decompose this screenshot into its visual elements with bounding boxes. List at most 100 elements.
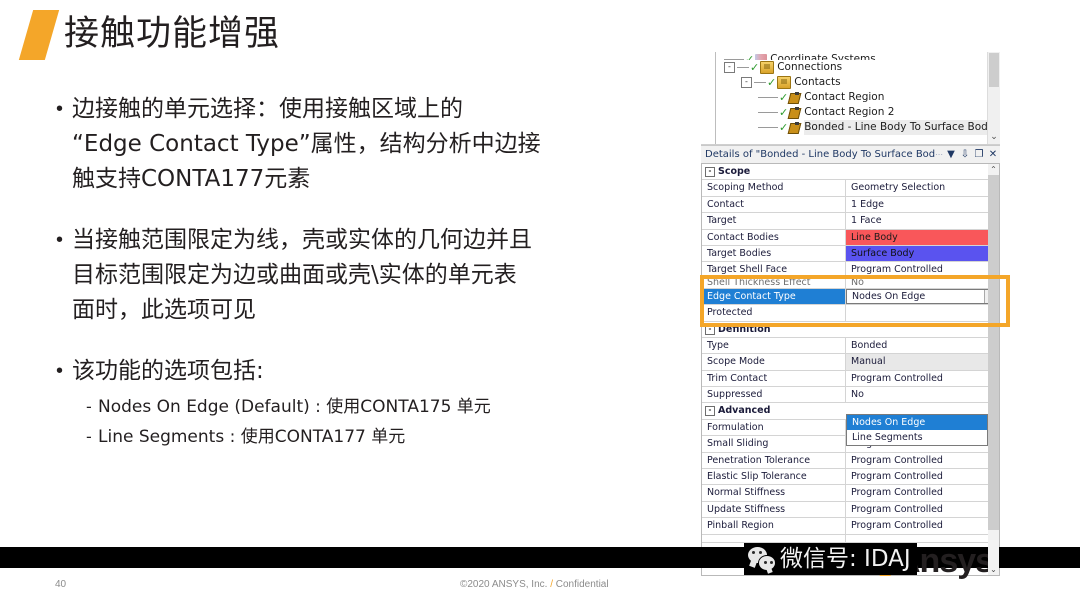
property-row[interactable]: Target Shell Face Program Controlled [702,262,999,279]
property-row[interactable]: Protected [702,305,999,322]
section-expander-icon[interactable]: - [705,324,715,335]
tree-rows: ✓ Coordinate Systems - ✓ Connections - ✓ Contac… [701,52,1000,135]
bullet-line: 面时，此选项可见 [72,297,256,323]
property-value[interactable]: Manual [846,354,999,370]
property-row[interactable]: Trim Contact Program Controlled [702,370,999,388]
property-value[interactable]: 1 Face [846,213,999,228]
bullet-list: • 边接触的单元选择：使用接触区域上的 “Edge Contact Type”属性，… [56,92,676,477]
property-row[interactable]: - Scope [702,164,999,181]
tree-connector [758,112,778,113]
tree-item-label: Coordinate Systems [770,53,876,60]
property-grid-scrollbar[interactable]: ⌃ ⌄ [988,164,999,575]
property-row[interactable]: Contact Bodies Line Body [702,229,999,246]
chevron-down-icon[interactable]: ⌄ [988,133,1000,142]
bullet-line: “Edge Contact Type”属性，结构分析中边接 [72,131,541,157]
property-row[interactable]: Suppressed No [702,387,999,404]
property-value[interactable]: Program Controlled [846,502,999,517]
pin-icon[interactable]: ⇩ [958,148,972,162]
property-row[interactable]: Elastic Slip Tolerance Program Controlled [702,469,999,486]
ansys-mechanical-capture: ✓ Coordinate Systems - ✓ Connections - ✓ Contac… [701,52,1000,576]
bullet-marker: • [56,98,64,120]
edge-contact-type-dropdown-list[interactable]: Nodes On Edge Line Segments [846,413,988,446]
tree-scrollbar-thumb[interactable] [989,53,999,87]
folder-icon [760,61,775,74]
bullet-line: 该功能的选项包括: [72,358,264,384]
property-name: - Definition [702,322,999,337]
property-row[interactable]: Target 1 Face [702,213,999,230]
property-value[interactable]: Program Controlled [846,485,999,500]
property-row[interactable]: Type Bonded [702,337,999,355]
property-row[interactable]: - Definition [702,321,999,338]
tree-item-label: Connections [777,61,843,73]
property-value[interactable]: No [846,387,999,402]
sub-bullet-text: Nodes On Edge (Default) : 使用CONTA175 单元 [98,397,491,417]
outline-tree-view[interactable]: ✓ Coordinate Systems - ✓ Connections - ✓ Contac… [701,52,1000,145]
property-value[interactable]: Bonded [846,338,999,353]
wechat-watermark: 微信号: IDAJ [744,543,917,575]
details-panel-title: Details of "Bonded - Line Body To Surfac… [705,149,935,160]
close-icon[interactable]: ✕ [986,148,1000,162]
property-row[interactable]: Penetration Tolerance Program Controlled [702,452,999,470]
tree-connector [754,82,766,83]
tree-item-contact-region[interactable]: ✓ Contact Region [701,90,1000,105]
dropdown-option[interactable]: Line Segments [847,430,987,445]
property-row[interactable]: Update Stiffness Program Controlled [702,501,999,519]
sub-bullet-marker: - [86,397,92,416]
property-value[interactable]: Program Controlled [846,469,999,484]
property-name: Contact Bodies [702,229,846,245]
details-property-grid[interactable]: - Scope Scoping Method Geometry Selection Co… [701,163,1000,576]
chevron-down-icon[interactable]: ⌄ [988,564,999,575]
property-name: Penetration Tolerance [702,452,846,469]
property-value[interactable] [846,535,999,542]
property-value[interactable] [846,305,999,320]
property-value[interactable]: Program Controlled [846,262,999,277]
tree-expander-icon[interactable]: - [724,62,735,73]
property-row[interactable]: Pinball Region Program Controlled [702,518,999,535]
property-value[interactable]: Surface Body [846,245,999,262]
bullet-text: 当接触范围限定为线，壳或实体的几何边并且 目标范围限定为边或曲面或壳\实体的单元表… [72,223,676,328]
tree-item-contact-region-2[interactable]: ✓ Contact Region 2 [701,105,1000,120]
copyright-notice: ©2020 ANSYS, Inc. / Confidential [460,579,609,590]
tree-item-connections[interactable]: - ✓ Connections [701,60,1000,75]
property-name: Edge Contact Type [702,288,846,305]
property-value[interactable]: 1 Edge [846,197,999,212]
property-combobox[interactable]: Nodes On Edge▼ [846,288,999,305]
tree-item-contacts[interactable]: - ✓ Contacts [701,75,1000,90]
property-name: Small Sliding [702,436,846,452]
tree-item-coordinate-systems[interactable]: ✓ Coordinate Systems [701,52,1000,60]
property-row[interactable]: Target Bodies Surface Body [702,245,999,263]
property-row[interactable]: Shell Thickness Effect No [702,278,999,289]
dropdown-option[interactable]: Nodes On Edge [847,414,987,430]
property-row[interactable]: Contact 1 Edge [702,196,999,214]
chevron-down-icon[interactable]: ▼ [944,148,958,162]
property-row[interactable]: Edge Contact TypeNodes On Edge▼ [702,288,999,306]
property-value[interactable]: Geometry Selection [846,180,999,195]
property-row[interactable]: Scoping Method Geometry Selection [702,180,999,197]
tree-scrollbar[interactable]: ⌄ [987,52,1000,144]
tree-expander-icon[interactable]: - [741,77,752,88]
maximize-icon[interactable]: ❐ [972,148,986,162]
property-name: Target [702,213,846,229]
tree-item-bonded-line-body-to-surface-body[interactable]: ✓ Bonded - Line Body To Surface Body [701,120,1000,135]
property-value[interactable]: No [846,279,999,288]
property-value[interactable]: Program Controlled [846,518,999,533]
check-icon: ✓ [767,76,777,89]
property-row[interactable]: Normal Stiffness Program Controlled [702,485,999,502]
bullet-marker: • [56,360,64,382]
property-value[interactable]: Program Controlled [846,371,999,386]
property-value[interactable]: Program Controlled [846,453,999,468]
section-expander-icon[interactable]: - [705,406,715,417]
section-label: Definition [718,323,771,335]
property-name: Scoping Method [702,180,846,196]
property-row[interactable]: Scope Mode Manual [702,354,999,371]
property-grid-scrollbar-thumb[interactable] [988,175,999,530]
chevron-up-icon[interactable]: ⌃ [988,164,999,175]
property-value[interactable]: Line Body [846,229,999,245]
check-icon: ✓ [745,53,755,60]
property-name [702,534,846,542]
bullet-marker: • [56,229,64,251]
page-number: 40 [55,579,67,590]
title-label: 接触功能增强 [64,14,281,54]
section-expander-icon[interactable]: - [705,167,715,177]
copyright-slash: / [550,579,553,590]
